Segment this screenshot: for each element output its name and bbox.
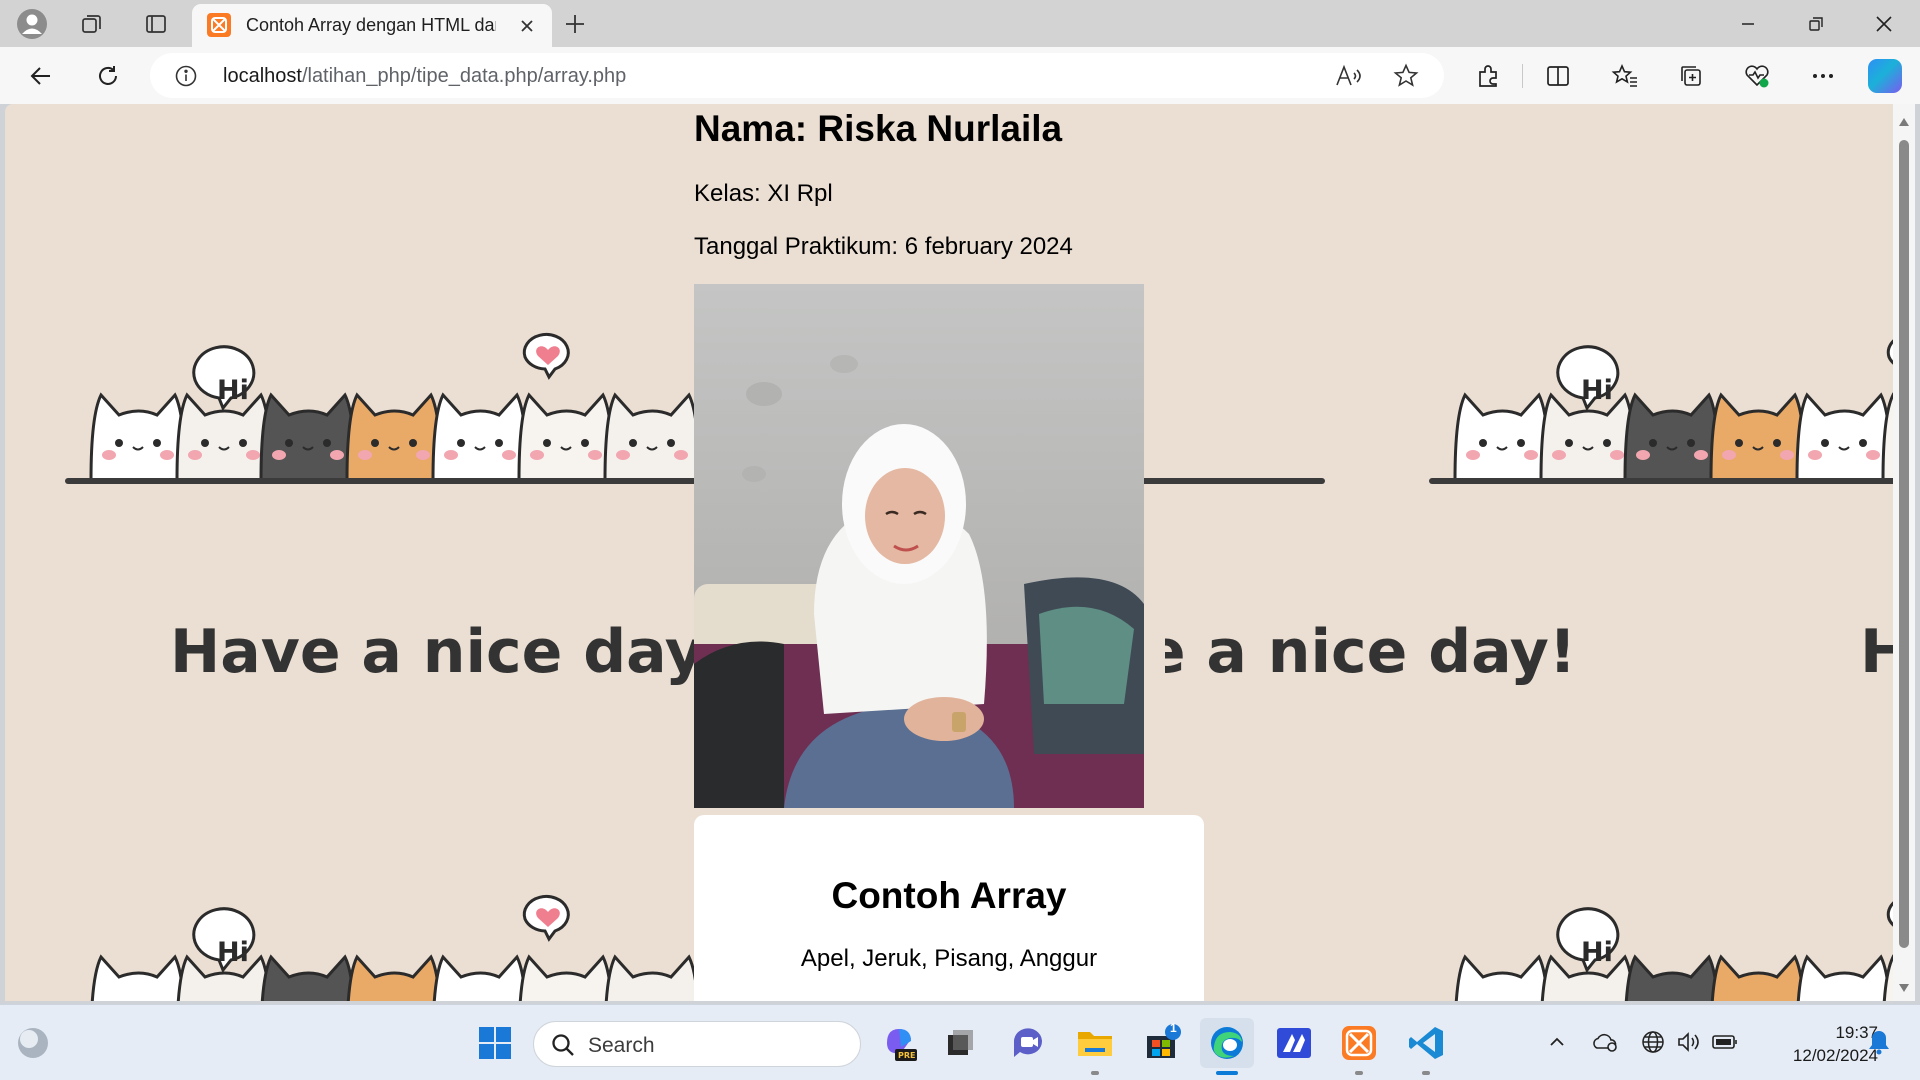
tab-actions-icon[interactable] — [138, 6, 174, 42]
extensions-icon[interactable] — [1467, 55, 1509, 97]
favorites-icon[interactable] — [1604, 55, 1646, 97]
start-icon[interactable] — [470, 1018, 520, 1068]
page-scrollbar[interactable] — [1893, 104, 1915, 1001]
restore-icon[interactable] — [1782, 0, 1850, 47]
wallpaper-cats — [5, 202, 1369, 552]
tab-title: Contoh Array dengan HTML dan CSS — [246, 15, 496, 35]
more-options-icon[interactable] — [1802, 55, 1844, 97]
scroll-down-icon[interactable] — [1898, 980, 1910, 998]
clock-time: 19:37 — [1835, 1023, 1878, 1042]
browser-toolbar: localhost/latihan_php/tipe_data.php/arra… — [0, 47, 1920, 104]
running-indicator — [1091, 1071, 1099, 1075]
vscode-icon[interactable] — [1401, 1018, 1451, 1068]
array-card-items: Apel, Jeruk, Pisang, Anggur — [800, 945, 1098, 972]
toolbar-divider — [1522, 64, 1523, 88]
browser-essentials-icon[interactable] — [1736, 55, 1778, 97]
widgets-icon[interactable] — [8, 1018, 58, 1068]
microsoft-store-icon[interactable]: 1 — [1137, 1018, 1187, 1068]
wallpaper-slogan: Have a nice day! — [170, 617, 732, 687]
store-badge: 1 — [1170, 1021, 1177, 1035]
notification-bell-icon[interactable] — [1864, 1027, 1894, 1057]
url-host: localhost — [223, 65, 302, 87]
edge-taskbar-icon[interactable] — [1200, 1018, 1254, 1068]
clock-date: 12/02/2024 — [1792, 1046, 1878, 1065]
collections-icon[interactable] — [1670, 55, 1712, 97]
active-tab[interactable]: Contoh Array dengan HTML dan CSS — [192, 4, 552, 47]
wallpaper-cats-bottom-repeat — [1369, 764, 1893, 1001]
student-name-heading: Nama: Riska Nurlaila — [694, 108, 1063, 149]
visual-studio-code-alt-icon[interactable] — [1269, 1018, 1319, 1068]
search-placeholder: Search — [588, 1034, 655, 1057]
taskbar-search[interactable]: Search — [533, 1021, 861, 1067]
url-text[interactable]: localhost/latihan_php/tipe_data.php/arra… — [223, 65, 626, 88]
workspaces-icon[interactable] — [74, 6, 110, 42]
battery-icon[interactable] — [1710, 1027, 1740, 1057]
running-indicator — [1355, 1071, 1363, 1075]
windows-taskbar: Search PRE 1 19:37 12/02/2024 — [0, 1004, 1920, 1080]
close-window-icon[interactable] — [1850, 0, 1918, 47]
back-icon[interactable] — [20, 55, 62, 97]
xampp-taskbar-icon[interactable] — [1334, 1018, 1384, 1068]
active-app-indicator — [1216, 1071, 1238, 1075]
read-aloud-icon[interactable] — [1335, 63, 1363, 94]
tab-close-icon[interactable] — [512, 11, 542, 41]
wallpaper-slogan-edge: Have a nice day! — [1860, 617, 1893, 687]
system-clock[interactable]: 19:37 12/02/2024 — [1748, 1021, 1878, 1067]
new-tab-icon[interactable] — [557, 6, 593, 42]
url-path: /latihan_php/tipe_data.php/array.php — [301, 65, 627, 87]
onedrive-icon[interactable] — [1590, 1027, 1620, 1057]
profile-icon[interactable] — [14, 6, 50, 42]
minimize-icon[interactable] — [1714, 0, 1782, 47]
network-globe-icon[interactable] — [1638, 1027, 1668, 1057]
copilot-preview-icon[interactable]: PRE — [874, 1018, 924, 1068]
scrollbar-thumb[interactable] — [1899, 140, 1909, 948]
class-text: Kelas: XI Rpl — [694, 180, 833, 207]
practice-date-text: Tanggal Praktikum: 6 february 2024 — [694, 233, 1073, 260]
xampp-favicon-icon — [207, 13, 231, 37]
refresh-icon[interactable] — [87, 55, 129, 97]
tab-strip: Contoh Array dengan HTML dan CSS — [0, 0, 1920, 47]
split-screen-icon[interactable] — [1537, 55, 1579, 97]
favorite-star-icon[interactable] — [1393, 63, 1419, 94]
student-photo — [694, 284, 1144, 808]
address-bar[interactable]: localhost/latihan_php/tipe_data.php/arra… — [150, 53, 1444, 98]
running-indicator — [1422, 1071, 1430, 1075]
show-hidden-icons[interactable] — [1542, 1027, 1572, 1057]
volume-icon[interactable] — [1674, 1027, 1704, 1057]
file-explorer-icon[interactable] — [1070, 1018, 1120, 1068]
teams-chat-icon[interactable] — [1003, 1018, 1053, 1068]
array-card-title: Contoh Array — [831, 875, 1067, 916]
page-viewport: Have a nice day! Have a nice day! Have a… — [5, 104, 1893, 1001]
copilot-icon[interactable] — [1868, 59, 1902, 93]
svg-text:PRE: PRE — [898, 1051, 916, 1060]
task-view-icon[interactable] — [935, 1018, 985, 1068]
scroll-up-icon[interactable] — [1898, 114, 1910, 132]
wallpaper-cats-repeat — [1369, 202, 1893, 552]
array-card: Contoh Array Apel, Jeruk, Pisang, Anggur — [694, 815, 1204, 1001]
search-icon — [550, 1032, 576, 1063]
site-info-icon[interactable] — [174, 64, 198, 93]
